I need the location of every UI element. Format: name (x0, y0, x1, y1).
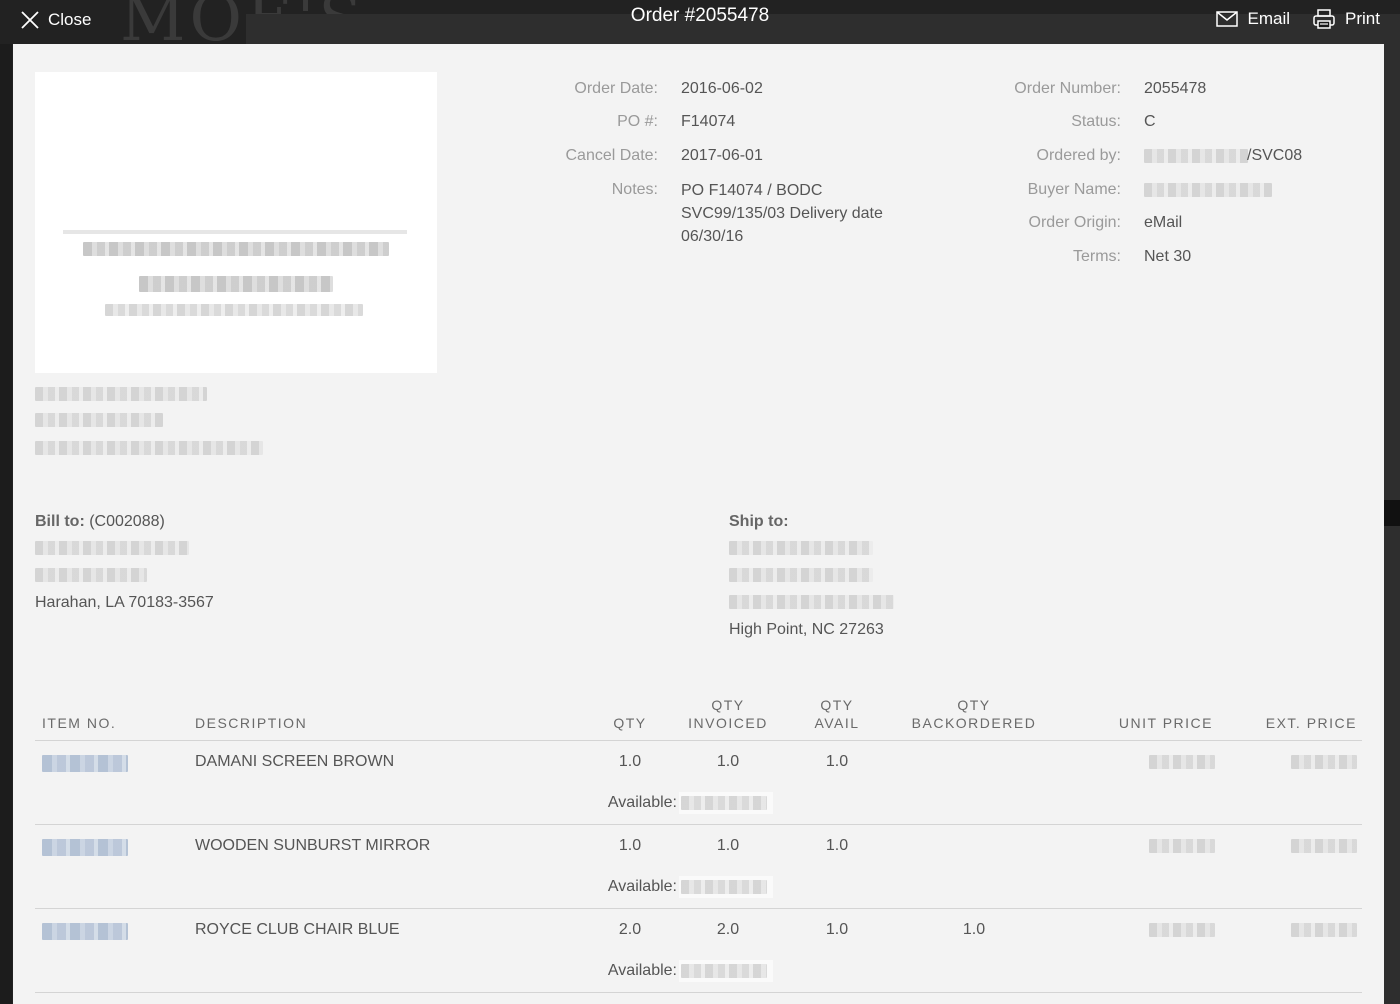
col-ext-price: EXT. PRICE (1265, 715, 1357, 731)
status-label: Status: (1071, 113, 1121, 130)
bill-to-city: Harahan, LA 70183-3567 (35, 594, 214, 611)
redacted-ship-to-name (729, 541, 873, 555)
redacted-seller-phone (35, 413, 163, 427)
item-qty: 1.0 (618, 753, 642, 770)
order-origin-label: Order Origin: (1028, 214, 1121, 231)
redacted-logo-text (83, 242, 389, 256)
print-button[interactable]: Print (1312, 8, 1380, 30)
col-unit-price: UNIT PRICE (1118, 715, 1213, 731)
item-qty-avail: 1.0 (825, 921, 849, 938)
ship-to-city: High Point, NC 27263 (729, 621, 884, 638)
col-description: DESCRIPTION (195, 715, 308, 731)
redacted-ordered-by (1144, 149, 1248, 163)
col-qty-invoiced: INVOICED (688, 715, 768, 731)
item-qty-invoiced: 2.0 (716, 921, 740, 938)
row-divider (35, 824, 1362, 825)
bill-to-heading: Bill to: (C002088) (35, 513, 165, 531)
order-number-value: 2055478 (1144, 80, 1207, 97)
order-origin-value: eMail (1144, 214, 1183, 231)
redacted-ship-to-street2 (729, 595, 894, 609)
redacted-unit-price (1149, 755, 1215, 769)
modal-actions: Email Print (1215, 8, 1380, 30)
company-logo (35, 72, 437, 373)
notes-label: Notes: (611, 181, 658, 198)
order-date-value: 2016-06-02 (681, 80, 763, 97)
envelope-icon (1215, 11, 1238, 27)
item-no-link[interactable] (42, 839, 128, 856)
modal-topbar: Close Order #2055478 Email Print (0, 0, 1400, 44)
logo-divider (63, 230, 407, 234)
background-sidebar (0, 44, 12, 1004)
modal-title: Order #2055478 (630, 5, 770, 26)
ship-to-label: Ship to: (729, 513, 789, 530)
redacted-logo-text (105, 304, 363, 316)
item-description: DAMANI SCREEN BROWN (195, 753, 395, 770)
redacted-ext-price (1291, 923, 1357, 937)
bill-to-label: Bill to: (35, 513, 85, 530)
col-qty-avail-top: QTY (820, 697, 854, 713)
bill-to-customer-id: (C002088) (89, 513, 165, 530)
redacted-ext-price (1291, 839, 1357, 853)
item-description: WOODEN SUNBURST MIRROR (195, 837, 431, 854)
redacted-seller-name (35, 387, 207, 401)
row-divider (35, 992, 1362, 993)
redacted-unit-price (1149, 923, 1215, 937)
ship-to-heading: Ship to: (729, 513, 789, 531)
order-date-label: Order Date: (574, 80, 658, 97)
item-qty: 2.0 (618, 921, 642, 938)
po-value: F14074 (681, 113, 736, 130)
available-label: Available: (607, 962, 677, 979)
order-modal: Order Date: 2016-06-02 PO #: F14074 Canc… (13, 44, 1384, 1004)
item-description: ROYCE CLUB CHAIR BLUE (195, 921, 400, 938)
col-item-no: ITEM NO. (42, 715, 117, 731)
col-qty-invoiced-top: QTY (711, 697, 745, 713)
po-label: PO #: (617, 113, 658, 130)
col-qty: QTY (613, 715, 647, 731)
available-label: Available: (607, 878, 677, 895)
item-qty-avail: 1.0 (825, 837, 849, 854)
redacted-available-date (681, 796, 767, 810)
redacted-available-date (681, 964, 767, 978)
cancel-date-value: 2017-06-01 (681, 147, 763, 164)
terms-label: Terms: (1073, 248, 1121, 265)
item-qty: 1.0 (618, 837, 642, 854)
redacted-ext-price (1291, 755, 1357, 769)
col-qty-backordered-top: QTY (957, 697, 991, 713)
email-button[interactable]: Email (1215, 8, 1291, 30)
table-header-divider (35, 740, 1362, 741)
item-qty-backordered: 1.0 (962, 921, 986, 938)
notes-value: PO F14074 / BODC SVC99/135/03 Delivery d… (681, 182, 883, 245)
redacted-seller-email (35, 441, 263, 455)
item-qty-avail: 1.0 (825, 753, 849, 770)
print-label: Print (1345, 9, 1380, 28)
order-number-label: Order Number: (1014, 80, 1121, 97)
ordered-by-label: Ordered by: (1036, 147, 1121, 164)
item-no-link[interactable] (42, 923, 128, 940)
col-qty-avail: AVAIL (814, 715, 860, 731)
terms-value: Net 30 (1144, 248, 1192, 265)
available-label: Available: (607, 794, 677, 811)
printer-icon (1313, 9, 1335, 29)
redacted-logo-text (139, 276, 333, 292)
redacted-unit-price (1149, 839, 1215, 853)
buyer-name-label: Buyer Name: (1027, 181, 1121, 198)
item-qty-invoiced: 1.0 (716, 837, 740, 854)
email-label: Email (1247, 9, 1291, 28)
redacted-bill-to-street (35, 568, 147, 582)
ordered-by-value: /SVC08 (1247, 147, 1303, 164)
item-no-link[interactable] (42, 755, 128, 772)
redacted-buyer-name (1144, 183, 1272, 197)
redacted-ship-to-street (729, 568, 873, 582)
redacted-available-date (681, 880, 767, 894)
background-strip (1384, 500, 1400, 526)
col-qty-backordered: BACKORDERED (911, 715, 1037, 731)
row-divider (35, 908, 1362, 909)
item-qty-invoiced: 1.0 (716, 753, 740, 770)
cancel-date-label: Cancel Date: (565, 147, 659, 164)
redacted-bill-to-name (35, 541, 189, 555)
status-value: C (1144, 113, 1156, 130)
